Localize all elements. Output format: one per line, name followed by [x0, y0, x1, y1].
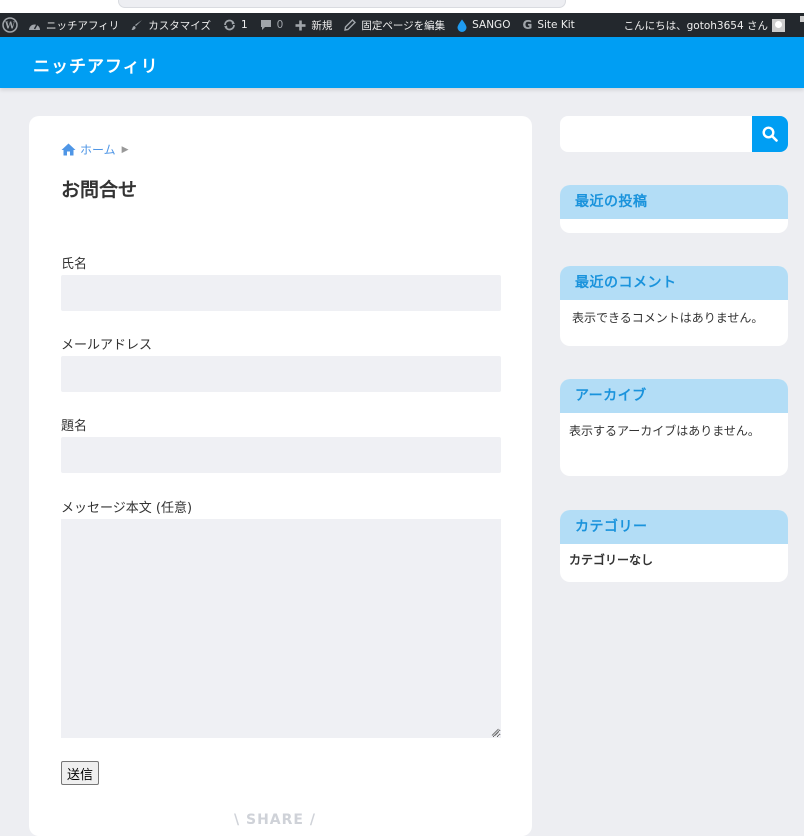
widget-body-text: 表示できるコメントはありません。 — [572, 311, 764, 325]
admin-bar-updates-link[interactable]: 1 — [217, 13, 254, 37]
search-button[interactable] — [752, 116, 788, 152]
widget-title: アーカイブ — [560, 379, 788, 413]
share-heading: \ SHARE / — [234, 812, 316, 828]
browser-address-pill — [118, 0, 566, 8]
google-g-icon: G — [522, 18, 533, 32]
wordpress-logo-button[interactable]: W — [0, 13, 22, 37]
search-icon — [762, 126, 778, 142]
admin-bar-updates-count: 1 — [240, 19, 248, 31]
resize-grip-icon[interactable] — [491, 728, 499, 736]
email-field[interactable] — [61, 356, 501, 392]
email-label: メールアドレス — [61, 338, 153, 353]
admin-bar-comments-link[interactable]: 0 — [254, 13, 290, 37]
admin-bar-site-link[interactable]: ニッチアフィリ — [22, 13, 125, 37]
breadcrumb-home-link[interactable]: ホーム — [80, 141, 116, 158]
home-icon — [61, 143, 76, 156]
submit-button[interactable]: 送信 — [61, 761, 100, 785]
message-label: メッセージ本文 (任意) — [61, 501, 193, 516]
name-label: 氏名 — [61, 257, 88, 272]
scrollbar-thumb[interactable] — [800, 16, 804, 22]
wordpress-logo-icon: W — [2, 17, 18, 33]
admin-bar-account-link[interactable]: こんにちは、gotoh3654 さん — [618, 13, 791, 37]
brush-icon — [131, 20, 143, 30]
pencil-icon — [344, 19, 357, 31]
admin-bar-new-link[interactable]: 新規 — [289, 13, 338, 37]
admin-bar-sitekit-label: Site Kit — [537, 19, 575, 31]
widget-recent-posts: 最近の投稿 — [560, 185, 788, 233]
widget-recent-comments: 最近のコメント 表示できるコメントはありません。 — [560, 266, 788, 346]
widget-title: 最近の投稿 — [560, 185, 788, 219]
admin-bar-sango-label: SANGO — [472, 19, 511, 31]
comment-icon — [260, 20, 271, 30]
admin-bar-comments-count: 0 — [276, 19, 284, 31]
name-field[interactable] — [61, 275, 501, 311]
admin-bar-new-label: 新規 — [311, 19, 333, 32]
page-title: お問合せ — [61, 179, 138, 201]
admin-bar-greeting: こんにちは、gotoh3654 さん — [623, 19, 768, 32]
subject-label: 題名 — [61, 419, 88, 434]
admin-bar-edit-page-label: 固定ページを編集 — [361, 19, 446, 32]
widget-title: カテゴリー — [560, 510, 788, 544]
search-input[interactable] — [560, 116, 752, 152]
update-icon — [223, 19, 235, 31]
svg-text:W: W — [4, 22, 16, 32]
chevron-right-icon: ▶ — [121, 144, 129, 155]
sidebar-search — [560, 116, 788, 152]
admin-bar-sango-link[interactable]: SANGO — [451, 13, 516, 37]
plus-icon — [295, 20, 306, 30]
main-content-card: ホーム ▶ お問合せ 氏名 メールアドレス 題名 メッセージ本文 (任意) 送信… — [29, 116, 532, 836]
widget-category-item[interactable]: カテゴリーなし — [560, 544, 788, 580]
breadcrumb: ホーム ▶ — [61, 141, 129, 158]
admin-bar-sitekit-link[interactable]: G Site Kit — [516, 13, 580, 37]
browser-top-strip — [0, 0, 804, 13]
message-field[interactable] — [61, 519, 501, 738]
site-header: ニッチアフィリ — [0, 37, 804, 88]
admin-bar: W ニッチアフィリ カスタマイズ 1 0 新規 固定ページを編集 SANGO G… — [0, 13, 804, 37]
avatar — [772, 18, 785, 32]
site-title[interactable]: ニッチアフィリ — [33, 52, 159, 77]
widget-body-text: 表示するアーカイブはありません。 — [569, 424, 760, 438]
widget-title: 最近のコメント — [560, 266, 788, 300]
subject-field[interactable] — [61, 437, 501, 473]
dashboard-icon — [29, 23, 40, 30]
widget-categories: カテゴリー カテゴリーなし — [560, 510, 788, 582]
admin-bar-site-label: ニッチアフィリ — [46, 19, 120, 32]
drop-icon — [457, 19, 467, 32]
admin-bar-customize-link[interactable]: カスタマイズ — [125, 13, 217, 37]
admin-bar-edit-page-link[interactable]: 固定ページを編集 — [338, 13, 451, 37]
admin-bar-customize-label: カスタマイズ — [148, 19, 211, 32]
widget-archives: アーカイブ 表示するアーカイブはありません。 — [560, 379, 788, 476]
